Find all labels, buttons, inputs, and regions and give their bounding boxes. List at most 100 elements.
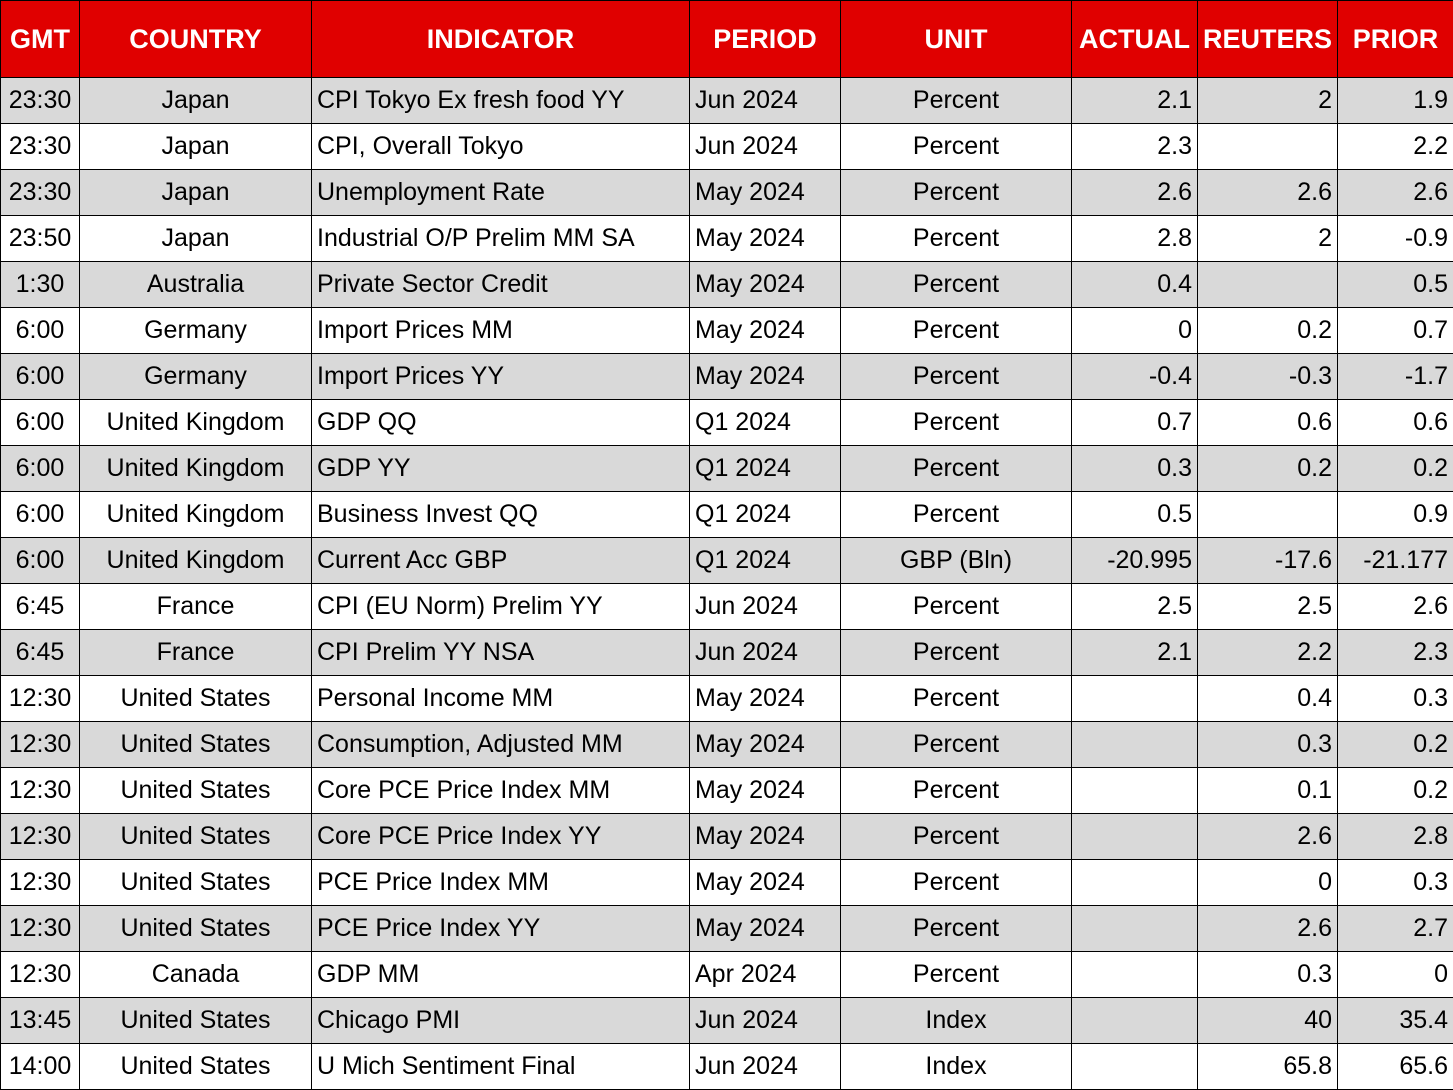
cell-prior: 0.3 <box>1338 676 1453 722</box>
cell-gmt: 12:30 <box>1 860 80 906</box>
cell-prior: 0.5 <box>1338 262 1453 308</box>
table-row: 14:00United StatesU Mich Sentiment Final… <box>1 1044 1453 1090</box>
cell-indicator: Unemployment Rate <box>312 170 690 216</box>
column-header-indicator: INDICATOR <box>312 1 690 78</box>
cell-gmt: 6:45 <box>1 630 80 676</box>
table-row: 6:00GermanyImport Prices YYMay 2024Perce… <box>1 354 1453 400</box>
cell-period: Jun 2024 <box>690 998 841 1044</box>
cell-reuters-poll: 2 <box>1198 216 1338 262</box>
cell-prior: 35.4 <box>1338 998 1453 1044</box>
cell-prior: -0.9 <box>1338 216 1453 262</box>
cell-actual <box>1072 768 1198 814</box>
cell-indicator: U Mich Sentiment Final <box>312 1044 690 1090</box>
cell-prior: 2.8 <box>1338 814 1453 860</box>
cell-unit: Percent <box>841 768 1072 814</box>
cell-gmt: 12:30 <box>1 768 80 814</box>
cell-prior: 0.6 <box>1338 400 1453 446</box>
cell-unit: Percent <box>841 630 1072 676</box>
table-row: 6:00United KingdomBusiness Invest QQQ1 2… <box>1 492 1453 538</box>
cell-actual: 0.3 <box>1072 446 1198 492</box>
cell-unit: Percent <box>841 814 1072 860</box>
cell-period: May 2024 <box>690 768 841 814</box>
column-header-gmt: GMT <box>1 1 80 78</box>
cell-country: United States <box>80 768 312 814</box>
cell-prior: 0.2 <box>1338 722 1453 768</box>
cell-prior: 0 <box>1338 952 1453 998</box>
cell-gmt: 12:30 <box>1 722 80 768</box>
cell-period: Jun 2024 <box>690 78 841 124</box>
cell-gmt: 23:30 <box>1 124 80 170</box>
cell-unit: Percent <box>841 124 1072 170</box>
cell-reuters-poll: 2.2 <box>1198 630 1338 676</box>
cell-indicator: Consumption, Adjusted MM <box>312 722 690 768</box>
cell-reuters-poll: 65.8 <box>1198 1044 1338 1090</box>
cell-indicator: Business Invest QQ <box>312 492 690 538</box>
cell-actual: -0.4 <box>1072 354 1198 400</box>
cell-reuters-poll: 2.5 <box>1198 584 1338 630</box>
cell-period: May 2024 <box>690 354 841 400</box>
cell-gmt: 12:30 <box>1 906 80 952</box>
cell-period: Q1 2024 <box>690 538 841 584</box>
cell-gmt: 6:00 <box>1 354 80 400</box>
table-row: 12:30United StatesPCE Price Index YYMay … <box>1 906 1453 952</box>
cell-prior: 0.2 <box>1338 446 1453 492</box>
cell-prior: 65.6 <box>1338 1044 1453 1090</box>
cell-country: Japan <box>80 78 312 124</box>
cell-actual <box>1072 1044 1198 1090</box>
cell-unit: Percent <box>841 170 1072 216</box>
cell-country: Japan <box>80 124 312 170</box>
table-row: 6:45FranceCPI (EU Norm) Prelim YYJun 202… <box>1 584 1453 630</box>
cell-reuters-poll <box>1198 492 1338 538</box>
cell-unit: Percent <box>841 262 1072 308</box>
cell-reuters-poll: 40 <box>1198 998 1338 1044</box>
cell-gmt: 6:00 <box>1 400 80 446</box>
cell-gmt: 6:00 <box>1 446 80 492</box>
cell-unit: Index <box>841 998 1072 1044</box>
cell-actual <box>1072 722 1198 768</box>
cell-period: Q1 2024 <box>690 492 841 538</box>
cell-indicator: PCE Price Index YY <box>312 906 690 952</box>
cell-actual <box>1072 998 1198 1044</box>
cell-period: Q1 2024 <box>690 446 841 492</box>
cell-unit: Percent <box>841 676 1072 722</box>
cell-indicator: Chicago PMI <box>312 998 690 1044</box>
cell-indicator: CPI Tokyo Ex fresh food YY <box>312 78 690 124</box>
table-row: 6:00GermanyImport Prices MMMay 2024Perce… <box>1 308 1453 354</box>
cell-country: United Kingdom <box>80 538 312 584</box>
cell-country: Canada <box>80 952 312 998</box>
table-row: 12:30United StatesPCE Price Index MMMay … <box>1 860 1453 906</box>
cell-actual: 0.4 <box>1072 262 1198 308</box>
cell-indicator: Private Sector Credit <box>312 262 690 308</box>
cell-prior: 2.2 <box>1338 124 1453 170</box>
table-row: 1:30AustraliaPrivate Sector CreditMay 20… <box>1 262 1453 308</box>
cell-prior: 2.6 <box>1338 584 1453 630</box>
cell-unit: Percent <box>841 354 1072 400</box>
table-row: 23:30JapanCPI, Overall TokyoJun 2024Perc… <box>1 124 1453 170</box>
cell-indicator: Personal Income MM <box>312 676 690 722</box>
cell-actual <box>1072 860 1198 906</box>
cell-indicator: CPI, Overall Tokyo <box>312 124 690 170</box>
cell-unit: Percent <box>841 400 1072 446</box>
cell-reuters-poll: 0.3 <box>1198 952 1338 998</box>
cell-period: May 2024 <box>690 676 841 722</box>
cell-country: United States <box>80 814 312 860</box>
table-row: 12:30United StatesPersonal Income MMMay … <box>1 676 1453 722</box>
cell-reuters-poll: -17.6 <box>1198 538 1338 584</box>
header-row: GMTCOUNTRYINDICATORPERIODUNITACTUALREUTE… <box>1 1 1453 78</box>
cell-country: United Kingdom <box>80 492 312 538</box>
cell-gmt: 23:30 <box>1 170 80 216</box>
cell-gmt: 23:50 <box>1 216 80 262</box>
cell-unit: Percent <box>841 906 1072 952</box>
cell-prior: 0.3 <box>1338 860 1453 906</box>
cell-gmt: 1:30 <box>1 262 80 308</box>
cell-reuters-poll: 2 <box>1198 78 1338 124</box>
column-header-reuters-poll: REUTERS POLL <box>1198 1 1338 78</box>
cell-actual: 0.7 <box>1072 400 1198 446</box>
cell-gmt: 6:00 <box>1 492 80 538</box>
cell-prior: 2.3 <box>1338 630 1453 676</box>
cell-period: May 2024 <box>690 216 841 262</box>
cell-country: France <box>80 630 312 676</box>
cell-period: May 2024 <box>690 308 841 354</box>
cell-actual: 2.5 <box>1072 584 1198 630</box>
cell-actual <box>1072 906 1198 952</box>
